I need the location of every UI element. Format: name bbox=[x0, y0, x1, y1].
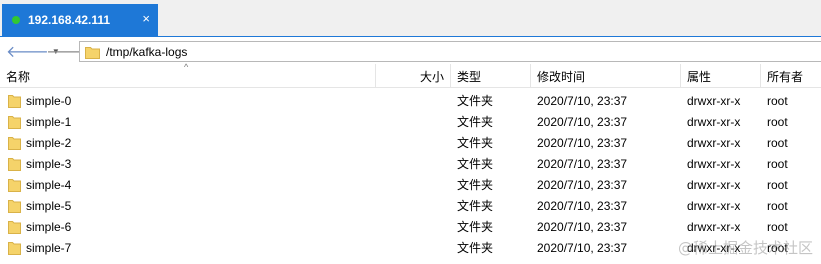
file-owner: root bbox=[767, 156, 788, 171]
file-owner: root bbox=[767, 198, 788, 213]
row-name-cell: simple-1 bbox=[8, 111, 71, 132]
row-name-cell: simple-7 bbox=[8, 237, 71, 258]
file-attributes: drwxr-xr-x bbox=[687, 198, 741, 213]
column-modified[interactable]: 修改时间 bbox=[531, 64, 681, 88]
file-type: 文件夹 bbox=[457, 199, 494, 213]
file-attributes: drwxr-xr-x bbox=[687, 177, 741, 192]
column-name-label: 名称 bbox=[6, 69, 31, 84]
connection-status-icon bbox=[12, 16, 20, 24]
column-owner[interactable]: 所有者 bbox=[761, 64, 821, 88]
column-attributes[interactable]: 属性 bbox=[681, 64, 761, 88]
file-name: simple-6 bbox=[26, 219, 72, 234]
file-modified: 2020/7/10, 23:37 bbox=[537, 177, 628, 192]
folder-icon bbox=[8, 94, 21, 108]
folder-icon bbox=[8, 136, 21, 150]
tab-strip: 192.168.42.111 × bbox=[0, 0, 821, 36]
file-name: simple-0 bbox=[26, 93, 72, 108]
file-attributes: drwxr-xr-x bbox=[687, 219, 741, 234]
column-size[interactable]: 大小 bbox=[376, 64, 451, 88]
file-name: simple-3 bbox=[26, 156, 72, 171]
file-name: simple-7 bbox=[26, 240, 72, 255]
column-header: 名称 ^ 大小 类型 修改时间 属性 所有者 bbox=[0, 62, 821, 88]
file-owner: root bbox=[767, 135, 788, 150]
column-attributes-label: 属性 bbox=[687, 69, 712, 84]
folder-icon bbox=[8, 115, 21, 129]
row-name-cell: simple-2 bbox=[8, 132, 71, 153]
file-attributes: drwxr-xr-x bbox=[687, 156, 741, 171]
folder-icon bbox=[8, 199, 21, 213]
file-owner: root bbox=[767, 114, 788, 129]
file-modified: 2020/7/10, 23:37 bbox=[537, 93, 628, 108]
file-name: simple-5 bbox=[26, 198, 72, 213]
watermark: @稀土掘金技术社区 bbox=[677, 239, 813, 257]
table-row[interactable]: simple-2 文件夹 2020/7/10, 23:37 drwxr-xr-x… bbox=[0, 132, 821, 153]
file-type: 文件夹 bbox=[457, 178, 494, 192]
file-attributes: drwxr-xr-x bbox=[687, 135, 741, 150]
file-name: simple-2 bbox=[26, 135, 72, 150]
folder-icon bbox=[85, 46, 100, 59]
row-name-cell: simple-3 bbox=[8, 153, 71, 174]
table-row[interactable]: simple-4 文件夹 2020/7/10, 23:37 drwxr-xr-x… bbox=[0, 174, 821, 195]
folder-icon bbox=[8, 241, 21, 255]
tab-title: 192.168.42.111 bbox=[28, 13, 111, 27]
file-name: simple-1 bbox=[26, 114, 72, 129]
column-modified-label: 修改时间 bbox=[537, 69, 586, 84]
folder-icon bbox=[8, 157, 21, 171]
file-modified: 2020/7/10, 23:37 bbox=[537, 198, 628, 213]
file-type: 文件夹 bbox=[457, 115, 494, 129]
column-type-label: 类型 bbox=[457, 69, 482, 84]
column-owner-label: 所有者 bbox=[767, 69, 804, 84]
file-modified: 2020/7/10, 23:37 bbox=[537, 135, 628, 150]
file-modified: 2020/7/10, 23:37 bbox=[537, 219, 628, 234]
table-row[interactable]: simple-1 文件夹 2020/7/10, 23:37 drwxr-xr-x… bbox=[0, 111, 821, 132]
file-list: simple-0 文件夹 2020/7/10, 23:37 drwxr-xr-x… bbox=[0, 90, 821, 258]
file-type: 文件夹 bbox=[457, 136, 494, 150]
column-type[interactable]: 类型 bbox=[451, 64, 531, 88]
column-name[interactable]: 名称 ^ bbox=[0, 62, 376, 88]
file-type: 文件夹 bbox=[457, 220, 494, 234]
table-row[interactable]: simple-0 文件夹 2020/7/10, 23:37 drwxr-xr-x… bbox=[0, 90, 821, 111]
file-name: simple-4 bbox=[26, 177, 72, 192]
file-owner: root bbox=[767, 177, 788, 192]
file-type: 文件夹 bbox=[457, 157, 494, 171]
file-owner: root bbox=[767, 93, 788, 108]
file-attributes: drwxr-xr-x bbox=[687, 93, 741, 108]
file-modified: 2020/7/10, 23:37 bbox=[537, 114, 628, 129]
sort-ascending-icon: ^ bbox=[184, 62, 189, 72]
path-text: /tmp/kafka-logs bbox=[106, 44, 188, 59]
file-type: 文件夹 bbox=[457, 241, 494, 255]
folder-icon bbox=[8, 178, 21, 192]
file-modified: 2020/7/10, 23:37 bbox=[537, 240, 628, 255]
tab-session[interactable]: 192.168.42.111 × bbox=[2, 4, 158, 36]
address-bar: 🡐 ▼ 🡒 ▼ /tmp/kafka-logs bbox=[0, 36, 821, 64]
back-arrow-icon: 🡐 bbox=[6, 43, 49, 61]
path-input[interactable]: /tmp/kafka-logs bbox=[79, 41, 821, 62]
row-name-cell: simple-6 bbox=[8, 216, 71, 237]
file-type: 文件夹 bbox=[457, 94, 494, 108]
table-row[interactable]: simple-5 文件夹 2020/7/10, 23:37 drwxr-xr-x… bbox=[0, 195, 821, 216]
row-name-cell: simple-0 bbox=[8, 90, 71, 111]
row-name-cell: simple-5 bbox=[8, 195, 71, 216]
folder-icon bbox=[8, 220, 21, 234]
row-name-cell: simple-4 bbox=[8, 174, 71, 195]
file-owner: root bbox=[767, 219, 788, 234]
file-modified: 2020/7/10, 23:37 bbox=[537, 156, 628, 171]
table-row[interactable]: simple-6 文件夹 2020/7/10, 23:37 drwxr-xr-x… bbox=[0, 216, 821, 237]
column-size-label: 大小 bbox=[419, 69, 444, 84]
table-row[interactable]: simple-3 文件夹 2020/7/10, 23:37 drwxr-xr-x… bbox=[0, 153, 821, 174]
close-tab-icon[interactable]: × bbox=[142, 11, 150, 26]
file-attributes: drwxr-xr-x bbox=[687, 114, 741, 129]
